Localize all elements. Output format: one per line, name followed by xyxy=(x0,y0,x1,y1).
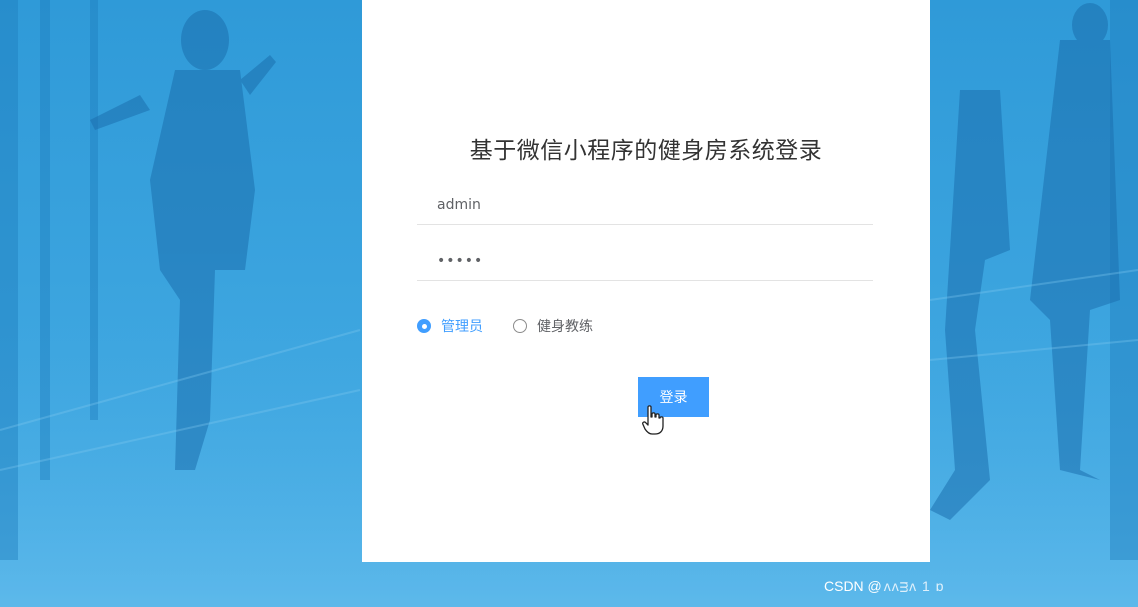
csdn-watermark: CSDN @ ᴧᴧᴟᴧ 1 ɒ xyxy=(824,578,945,594)
role-option-coach[interactable]: 健身教练 xyxy=(513,316,593,336)
radio-checked-icon[interactable] xyxy=(417,319,431,333)
login-title: 基于微信小程序的健身房系统登录 xyxy=(469,138,823,164)
watermark-text: CSDN @ xyxy=(824,578,882,594)
role-label-coach: 健身教练 xyxy=(537,319,593,335)
radio-unchecked-icon[interactable] xyxy=(513,319,527,333)
login-panel: 基于微信小程序的健身房系统登录 管理员 健身教练 登录 xyxy=(362,0,930,562)
role-option-admin[interactable]: 管理员 xyxy=(417,316,483,336)
password-input[interactable] xyxy=(417,241,873,281)
watermark-suffix: ᴧᴧᴟᴧ 1 ɒ xyxy=(883,578,945,594)
username-input[interactable] xyxy=(417,185,873,225)
role-label-admin: 管理员 xyxy=(441,319,483,335)
hand-pointer-cursor-icon xyxy=(642,405,664,435)
role-radio-group: 管理员 健身教练 xyxy=(417,316,623,336)
